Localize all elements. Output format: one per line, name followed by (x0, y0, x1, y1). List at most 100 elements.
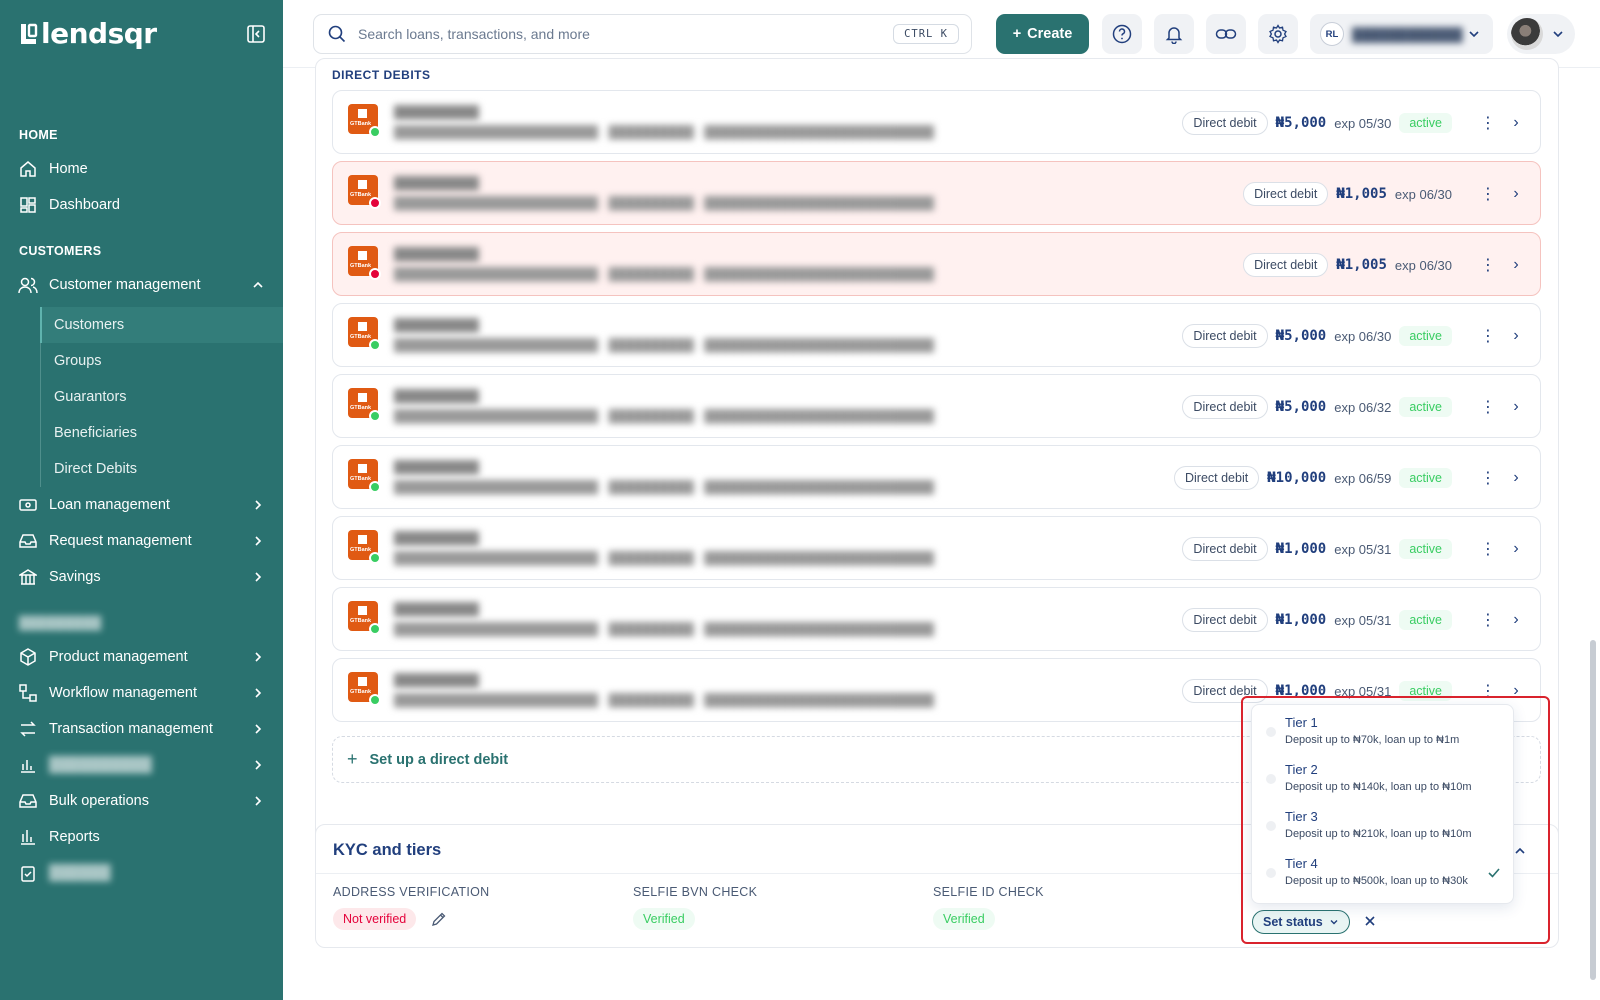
nav-savings[interactable]: Savings (0, 559, 283, 595)
more-options-icon[interactable]: ⋮ (1478, 326, 1498, 346)
tier-option-4[interactable]: Tier 4 Deposit up to ₦500k, loan up to ₦… (1252, 852, 1515, 898)
org-initials: RL (1320, 22, 1344, 46)
nav-blurred-item[interactable]: ██████████ (0, 747, 283, 783)
account-details-blurred: ████████████████████████ · ██████████ · … (394, 125, 934, 139)
nav-reports[interactable]: Reports (0, 819, 283, 855)
chevron-right-icon[interactable]: › (1506, 540, 1526, 558)
chevron-down-icon (1553, 31, 1563, 38)
plus-icon: + (347, 749, 358, 769)
amount: ₦1,005 (1336, 186, 1387, 202)
more-options-icon[interactable]: ⋮ (1478, 468, 1498, 488)
account-name-blurred: ██████████ (394, 673, 480, 687)
more-options-icon[interactable]: ⋮ (1478, 184, 1498, 204)
nav-customer-management[interactable]: Customer management (0, 267, 283, 303)
status-dot (369, 126, 381, 138)
selfie-id-check: SELFIE ID CHECK Verified (933, 885, 1044, 930)
more-options-icon[interactable]: ⋮ (1478, 255, 1498, 275)
row-meta: Direct debit ₦10,000 exp 06/59 active ⋮ › (1173, 446, 1526, 510)
sub-item-beneficiaries[interactable]: Beneficiaries (40, 415, 283, 451)
direct-debit-row[interactable]: GTBank ██████████ ████████████████████████… (332, 587, 1541, 651)
direct-debit-row[interactable]: GTBank ██████████ ████████████████████████… (332, 374, 1541, 438)
chevron-right-icon[interactable]: › (1506, 398, 1526, 416)
direct-debit-row[interactable]: GTBank ██████████ ████████████████████████… (332, 516, 1541, 580)
scrollbar[interactable] (1590, 640, 1596, 980)
sub-item-customers[interactable]: Customers (40, 307, 283, 343)
section-blurred: █████████ (19, 616, 102, 630)
organization-select[interactable]: RL ████████████ (1310, 14, 1493, 54)
direct-debit-row[interactable]: GTBank ██████████ ████████████████████████… (332, 232, 1541, 296)
direct-debits-title: DIRECT DEBITS (332, 68, 431, 82)
nav-home[interactable]: Home (0, 151, 283, 187)
settings-button[interactable] (1258, 14, 1298, 54)
status-dot (369, 694, 381, 706)
chevron-right-icon[interactable]: › (1506, 256, 1526, 274)
nav-bulk-operations[interactable]: Bulk operations (0, 783, 283, 819)
nav-dashboard[interactable]: Dashboard (0, 187, 283, 223)
chevron-right-icon[interactable]: › (1506, 611, 1526, 629)
notifications-button[interactable] (1154, 14, 1194, 54)
nav-loan-management-label: Loan management (49, 497, 170, 513)
link-button[interactable] (1206, 14, 1246, 54)
radio-indicator (1266, 868, 1276, 878)
more-options-icon[interactable]: ⋮ (1478, 397, 1498, 417)
search-bar[interactable]: CTRL K (313, 14, 972, 54)
chevron-up-icon (253, 281, 263, 288)
more-options-icon[interactable]: ⋮ (1478, 539, 1498, 559)
tier-option-1[interactable]: Tier 1 Deposit up to ₦70k, loan up to ₦1… (1252, 711, 1515, 757)
lendsqr-logo[interactable]: lendsqr (19, 17, 157, 50)
more-options-icon[interactable]: ⋮ (1478, 610, 1498, 630)
gear-icon (1269, 24, 1287, 44)
close-icon[interactable] (1361, 912, 1379, 930)
radio-indicator (1266, 821, 1276, 831)
nav-loan-management[interactable]: Loan management (0, 487, 283, 523)
chevron-right-icon[interactable]: › (1506, 327, 1526, 345)
sub-item-groups[interactable]: Groups (40, 343, 283, 379)
set-status-dropdown[interactable]: Set status (1252, 910, 1350, 934)
direct-debit-row[interactable]: GTBank ██████████ ████████████████████████… (332, 445, 1541, 509)
selfie-bvn-status-badge: Verified (633, 908, 695, 930)
set-status-label: Set status (1263, 915, 1323, 929)
sub-item-guarantors[interactable]: Guarantors (40, 379, 283, 415)
status-badge: active (1399, 610, 1452, 630)
chevron-right-icon[interactable]: › (1506, 114, 1526, 132)
section-home: HOME (19, 128, 58, 142)
more-options-icon[interactable]: ⋮ (1478, 113, 1498, 133)
user-menu[interactable] (1507, 14, 1575, 54)
nav-product-management[interactable]: Product management (0, 639, 283, 675)
nav-request-management[interactable]: Request management (0, 523, 283, 559)
chevron-right-icon[interactable]: › (1506, 469, 1526, 487)
nav-transaction-management[interactable]: Transaction management (0, 711, 283, 747)
bell-icon (1165, 27, 1183, 44)
amount: ₦5,000 (1275, 328, 1327, 344)
amount: ₦1,000 (1275, 612, 1327, 628)
tier-name: Tier 3 (1285, 809, 1318, 824)
direct-debit-row[interactable]: GTBank ██████████ ████████████████████████… (332, 303, 1541, 367)
direct-debit-row[interactable]: GTBank ██████████ ████████████████████████… (332, 90, 1541, 154)
tier-option-3[interactable]: Tier 3 Deposit up to ₦210k, loan up to ₦… (1252, 805, 1515, 851)
status-badge: active (1399, 113, 1452, 133)
sub-item-direct-debits[interactable]: Direct Debits (40, 451, 283, 487)
search-input[interactable] (358, 26, 858, 42)
direct-debit-row[interactable]: GTBank ██████████ ████████████████████████… (332, 161, 1541, 225)
inbox-icon (18, 531, 38, 551)
loan-icon (18, 495, 38, 515)
nav-workflow-management[interactable]: Workflow management (0, 675, 283, 711)
row-meta: Direct debit ₦1,005 exp 06/30 ⋮ › (1243, 233, 1526, 297)
chevron-right-icon[interactable]: › (1506, 185, 1526, 203)
amount: ₦5,000 (1275, 115, 1327, 131)
collapse-sidebar-icon[interactable] (246, 24, 266, 44)
status-badge: active (1399, 681, 1452, 701)
sidebar: lendsqr HOME Home Dashboard CUSTOMERS Cu… (0, 0, 283, 1000)
expiry: exp 05/31 (1334, 612, 1392, 628)
nav-blurred-item-2[interactable]: ██████ (0, 855, 283, 891)
avatar (1511, 18, 1543, 50)
help-button[interactable] (1102, 14, 1142, 54)
chevron-right-icon (255, 760, 262, 770)
status-dot (369, 339, 381, 351)
chevron-right-icon[interactable]: › (1506, 682, 1526, 700)
chevron-right-icon (255, 724, 262, 734)
more-options-icon[interactable]: ⋮ (1478, 681, 1498, 701)
create-button[interactable]: + Create (996, 14, 1089, 54)
pencil-icon[interactable] (431, 911, 447, 927)
tier-option-2[interactable]: Tier 2 Deposit up to ₦140k, loan up to ₦… (1252, 758, 1515, 804)
